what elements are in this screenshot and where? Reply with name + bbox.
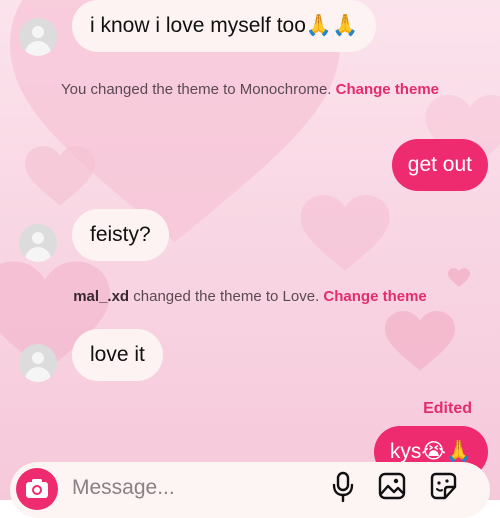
notice-text: You changed the theme to Monochrome. xyxy=(61,81,332,98)
message-emoji: 😭🙏 xyxy=(421,440,472,463)
outgoing-message-bubble[interactable]: get out xyxy=(391,139,488,191)
heart-decoration xyxy=(385,311,455,371)
theme-change-notice: You changed the theme to Monochrome. Cha… xyxy=(40,80,460,99)
heart-decoration xyxy=(300,195,390,271)
heart-decoration xyxy=(25,146,95,206)
message-input[interactable]: Message... xyxy=(72,476,175,500)
avatar-shoulders xyxy=(25,41,51,56)
camera-icon xyxy=(26,479,48,498)
microphone-icon[interactable] xyxy=(328,470,358,502)
avatar-head xyxy=(32,26,44,38)
message-text: get out xyxy=(407,153,472,176)
heart-decoration xyxy=(448,268,470,287)
theme-change-notice: mal_.xd changed the theme to Love. Chang… xyxy=(40,287,460,306)
sender-avatar[interactable] xyxy=(19,18,57,56)
change-theme-link[interactable]: Change theme xyxy=(323,288,426,305)
incoming-message-bubble[interactable]: i know i love myself too🙏🙏 xyxy=(72,0,377,52)
notice-text: changed the theme to Love. xyxy=(133,288,320,305)
avatar-shoulders xyxy=(25,247,51,262)
sender-avatar[interactable] xyxy=(19,344,57,382)
message-text: love it xyxy=(90,343,145,366)
edited-label: Edited xyxy=(423,400,472,417)
image-icon[interactable] xyxy=(377,470,407,502)
sender-avatar[interactable] xyxy=(19,224,57,262)
message-text: feisty? xyxy=(90,223,151,246)
message-emoji: 🙏🙏 xyxy=(305,14,359,37)
notice-username[interactable]: mal_.xd xyxy=(73,288,129,305)
message-text: kys xyxy=(389,440,422,463)
avatar-head xyxy=(32,352,44,364)
message-composer: Message... xyxy=(10,462,490,518)
incoming-message-bubble[interactable]: feisty? xyxy=(72,209,169,261)
chat-background xyxy=(0,0,500,500)
change-theme-link[interactable]: Change theme xyxy=(336,81,439,98)
avatar-shoulders xyxy=(25,367,51,382)
sticker-icon[interactable] xyxy=(428,470,458,502)
incoming-message-bubble[interactable]: love it xyxy=(72,329,163,381)
camera-button[interactable] xyxy=(16,468,58,510)
avatar-head xyxy=(32,232,44,244)
message-text: i know i love myself too xyxy=(90,14,306,37)
